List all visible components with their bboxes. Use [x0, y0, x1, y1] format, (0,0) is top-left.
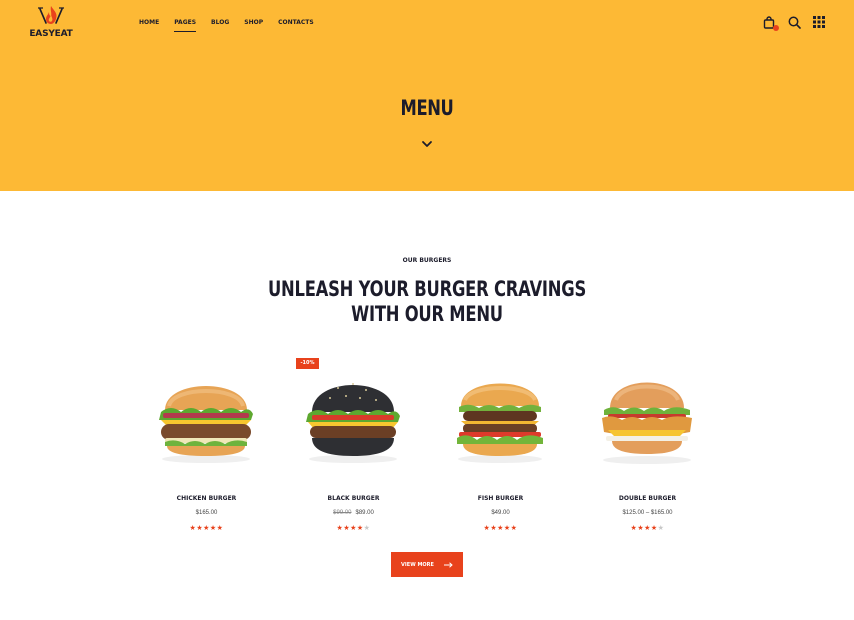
nav-item-contacts[interactable]: Contacts [278, 18, 314, 27]
product-name[interactable]: Double Burger [574, 495, 721, 502]
view-more-button[interactable]: View More [391, 552, 463, 577]
star-icon: ★ [209, 525, 217, 532]
star-icon: ★ [497, 525, 504, 532]
logo[interactable]: EASYEAT [29, 5, 73, 45]
cart-count-badge [773, 25, 779, 31]
star-icon: ★ [657, 525, 665, 532]
product-current-price: $125.00 – $165.00 [622, 510, 673, 516]
section-title: Unleash your burger cravings with our me… [94, 277, 760, 327]
arrow-right-icon [443, 561, 453, 568]
star-icon: ★ [350, 525, 357, 532]
product-price: $49.00 [427, 510, 574, 516]
product-rating: ★★★★★ [427, 524, 574, 532]
star-icon: ★ [363, 525, 371, 532]
star-icon: ★ [503, 525, 511, 532]
product-card[interactable]: Double Burger $125.00 – $165.00 ★★★★★ [574, 352, 721, 542]
product-price: $99.00 $89.00 [280, 510, 427, 516]
product-name[interactable]: Chicken Burger [133, 495, 280, 502]
product-card[interactable]: Fish Burger $49.00 ★★★★★ [427, 352, 574, 542]
product-current-price: $89.00 [355, 510, 374, 516]
star-icon: ★ [216, 525, 224, 532]
product-rating: ★★★★★ [574, 524, 721, 532]
star-icon: ★ [644, 525, 651, 532]
search-icon [788, 16, 801, 29]
black-burger-image[interactable] [298, 366, 408, 466]
product-rating: ★★★★★ [133, 524, 280, 532]
product-rating: ★★★★★ [280, 524, 427, 532]
section-title-line-1: Unleash your burger cravings [267, 277, 587, 301]
nav-item-pages[interactable]: Pages [174, 18, 196, 32]
product-price: $125.00 – $165.00 [574, 510, 721, 516]
hero-banner: EASYEAT Home Pages Blog Shop Contacts [0, 0, 854, 191]
section-eyebrow: Our Burgers [402, 257, 452, 264]
header-icons [763, 16, 838, 31]
view-more-label: View More [401, 561, 434, 568]
search-button[interactable] [788, 16, 802, 30]
product-old-price: $99.00 [333, 510, 352, 516]
page-title: MENU [400, 96, 454, 120]
star-icon: ★ [510, 525, 518, 532]
product-current-price: $165.00 [195, 510, 218, 516]
section-title-line-2: with our menu [351, 302, 503, 326]
nav-item-home[interactable]: Home [139, 18, 159, 27]
grid-menu-icon [813, 16, 825, 28]
product-current-price: $49.00 [491, 510, 510, 516]
product-price: $165.00 [133, 510, 280, 516]
product-name[interactable]: Black Burger [280, 495, 427, 502]
flame-icon [38, 6, 64, 24]
product-grid: Chicken Burger $165.00 ★★★★★ -10% Black … [133, 352, 721, 542]
main-nav: Home Pages Blog Shop Contacts [139, 18, 329, 32]
star-icon: ★ [650, 525, 658, 532]
product-card[interactable]: -10% Black Burger $99.00 $89.00 ★★★★★ [280, 352, 427, 542]
logo-text: EASYEAT [29, 29, 73, 39]
cart-button[interactable] [763, 16, 779, 31]
double-burger-image[interactable] [592, 366, 702, 466]
sale-badge: -10% [296, 358, 319, 369]
nav-item-shop[interactable]: Shop [244, 18, 263, 27]
scroll-down-button[interactable] [421, 136, 433, 147]
grid-menu-button[interactable] [813, 16, 827, 30]
chicken-burger-image[interactable] [151, 366, 261, 466]
nav-item-blog[interactable]: Blog [211, 18, 229, 27]
chevron-down-icon [422, 141, 432, 147]
fish-burger-image[interactable] [445, 366, 555, 466]
star-icon: ★ [203, 525, 210, 532]
product-name[interactable]: Fish Burger [427, 495, 574, 502]
product-card[interactable]: Chicken Burger $165.00 ★★★★★ [133, 352, 280, 542]
star-icon: ★ [356, 525, 364, 532]
